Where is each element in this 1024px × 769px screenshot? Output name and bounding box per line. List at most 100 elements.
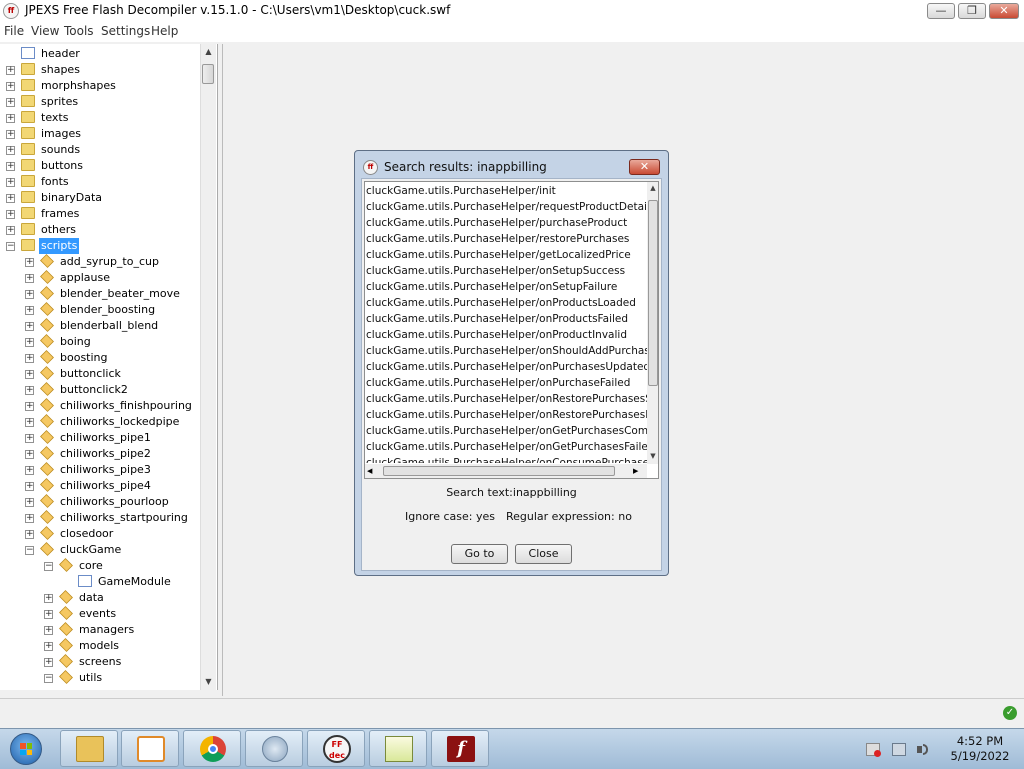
- expand-icon[interactable]: +: [6, 162, 15, 171]
- expand-icon[interactable]: +: [6, 130, 15, 139]
- package-icon: [40, 350, 54, 364]
- result-list-item[interactable]: cluckGame.utils.PurchaseHelper/onShouldA…: [365, 343, 647, 359]
- expand-icon[interactable]: +: [25, 338, 34, 347]
- goto-button[interactable]: Go to: [451, 544, 508, 564]
- results-scroll-down-icon[interactable]: ▼: [647, 450, 658, 462]
- result-list-item[interactable]: cluckGame.utils.PurchaseHelper/requestPr…: [365, 199, 647, 215]
- tree-node-label: fonts: [41, 175, 69, 188]
- results-hscroll-thumb[interactable]: [383, 466, 615, 476]
- package-icon: [40, 542, 54, 556]
- result-list-item[interactable]: cluckGame.utils.PurchaseHelper/onProduct…: [365, 327, 647, 343]
- taskbar-clock[interactable]: 4:52 PM 5/19/2022: [940, 734, 1020, 764]
- taskbar-chrome[interactable]: [183, 730, 241, 767]
- expand-icon[interactable]: +: [6, 210, 15, 219]
- collapse-icon[interactable]: −: [25, 546, 34, 555]
- taskbar-ffdec[interactable]: FF dec: [307, 730, 365, 767]
- expand-icon[interactable]: +: [44, 642, 53, 651]
- scroll-up-arrow-icon[interactable]: ▲: [201, 44, 216, 59]
- expand-icon[interactable]: +: [25, 482, 34, 491]
- results-vertical-scrollbar[interactable]: ▲ ▼: [647, 182, 658, 464]
- results-vscroll-thumb[interactable]: [648, 200, 658, 386]
- results-horizontal-scrollbar[interactable]: ◀ ▶: [365, 464, 647, 478]
- start-button[interactable]: [4, 731, 50, 767]
- expand-icon[interactable]: +: [25, 354, 34, 363]
- maximize-button[interactable]: ❐: [958, 3, 986, 19]
- expand-icon[interactable]: +: [25, 370, 34, 379]
- expand-icon[interactable]: +: [25, 530, 34, 539]
- expand-icon[interactable]: +: [6, 226, 15, 235]
- tree-scroll-thumb[interactable]: [202, 64, 214, 84]
- result-list-item[interactable]: cluckGame.utils.PurchaseHelper/restorePu…: [365, 231, 647, 247]
- taskbar-media-player[interactable]: [121, 730, 179, 767]
- expand-icon[interactable]: +: [25, 274, 34, 283]
- tree-node-label: chiliworks_startpouring: [60, 511, 188, 524]
- expand-icon[interactable]: +: [6, 146, 15, 155]
- results-scroll-right-icon[interactable]: ▶: [633, 464, 638, 478]
- result-list-item[interactable]: cluckGame.utils.PurchaseHelper/onGetPurc…: [365, 439, 647, 455]
- menu-settings[interactable]: Settings: [101, 24, 150, 38]
- expand-icon[interactable]: +: [25, 322, 34, 331]
- result-list-item[interactable]: cluckGame.utils.PurchaseHelper/onGetPurc…: [365, 423, 647, 439]
- results-list-box: cluckGame.utils.PurchaseHelper/init cluck…: [364, 181, 659, 479]
- menu-help[interactable]: Help: [151, 24, 178, 38]
- expand-icon[interactable]: +: [44, 658, 53, 667]
- minimize-button[interactable]: —: [927, 3, 955, 19]
- results-scroll-left-icon[interactable]: ◀: [367, 464, 372, 478]
- close-button[interactable]: ✕: [989, 3, 1019, 19]
- expand-icon[interactable]: +: [6, 114, 15, 123]
- expand-icon[interactable]: +: [6, 98, 15, 107]
- network-icon[interactable]: [892, 743, 906, 756]
- expand-icon[interactable]: +: [6, 178, 15, 187]
- result-list-item[interactable]: cluckGame.utils.PurchaseHelper/onRestore…: [365, 407, 647, 423]
- expand-icon[interactable]: +: [25, 290, 34, 299]
- expand-icon[interactable]: +: [25, 450, 34, 459]
- results-scroll-up-icon[interactable]: ▲: [647, 182, 658, 194]
- dialog-close-action-button[interactable]: Close: [515, 544, 572, 564]
- scroll-down-arrow-icon[interactable]: ▼: [201, 674, 216, 689]
- expand-icon[interactable]: +: [25, 498, 34, 507]
- package-icon: [40, 430, 54, 444]
- collapse-icon[interactable]: −: [6, 242, 15, 251]
- volume-icon[interactable]: [916, 743, 930, 756]
- result-list-item[interactable]: cluckGame.utils.PurchaseHelper/init: [365, 183, 647, 199]
- expand-icon[interactable]: +: [25, 434, 34, 443]
- taskbar-flash-player[interactable]: f: [431, 730, 489, 767]
- result-list-item[interactable]: cluckGame.utils.PurchaseHelper/onPurchas…: [365, 359, 647, 375]
- expand-icon[interactable]: +: [25, 258, 34, 267]
- result-list-item[interactable]: cluckGame.utils.PurchaseHelper/onProduct…: [365, 295, 647, 311]
- expand-icon[interactable]: +: [44, 610, 53, 619]
- taskbar-notepad[interactable]: [369, 730, 427, 767]
- expand-icon[interactable]: +: [6, 82, 15, 91]
- result-list-item[interactable]: cluckGame.utils.PurchaseHelper/purchaseP…: [365, 215, 647, 231]
- result-list-item[interactable]: cluckGame.utils.PurchaseHelper/onRestore…: [365, 391, 647, 407]
- menu-tools[interactable]: Tools: [64, 24, 94, 38]
- result-list-item[interactable]: cluckGame.utils.PurchaseHelper/onProduct…: [365, 311, 647, 327]
- expand-icon[interactable]: +: [25, 306, 34, 315]
- collapse-icon[interactable]: −: [44, 674, 53, 683]
- result-list-item[interactable]: cluckGame.utils.PurchaseHelper/onSetupFa…: [365, 279, 647, 295]
- expand-icon[interactable]: +: [44, 626, 53, 635]
- dialog-close-button[interactable]: ✕: [629, 159, 660, 175]
- package-icon: [40, 318, 54, 332]
- tree-scrollbar[interactable]: ▲ ▼: [200, 44, 216, 690]
- action-center-flag-icon[interactable]: [866, 743, 881, 757]
- expand-icon[interactable]: +: [25, 418, 34, 427]
- expand-icon[interactable]: +: [6, 66, 15, 75]
- collapse-icon[interactable]: −: [44, 562, 53, 571]
- tree-node-label: frames: [41, 207, 80, 220]
- expand-icon[interactable]: +: [25, 514, 34, 523]
- result-list-item[interactable]: cluckGame.utils.PurchaseHelper/onPurchas…: [365, 375, 647, 391]
- result-list-item[interactable]: cluckGame.utils.PurchaseHelper/onSetupSu…: [365, 263, 647, 279]
- expand-icon[interactable]: +: [25, 466, 34, 475]
- expand-icon[interactable]: +: [44, 594, 53, 603]
- menu-file[interactable]: File: [4, 24, 24, 38]
- taskbar-installer[interactable]: [245, 730, 303, 767]
- menu-view[interactable]: View: [31, 24, 59, 38]
- expand-icon[interactable]: +: [25, 402, 34, 411]
- expand-icon[interactable]: +: [6, 194, 15, 203]
- expand-icon[interactable]: +: [25, 386, 34, 395]
- tree-node-label: data: [79, 591, 104, 604]
- taskbar-explorer[interactable]: [60, 730, 118, 767]
- result-list-item[interactable]: cluckGame.utils.PurchaseHelper/onConsume…: [365, 455, 647, 463]
- result-list-item[interactable]: cluckGame.utils.PurchaseHelper/getLocali…: [365, 247, 647, 263]
